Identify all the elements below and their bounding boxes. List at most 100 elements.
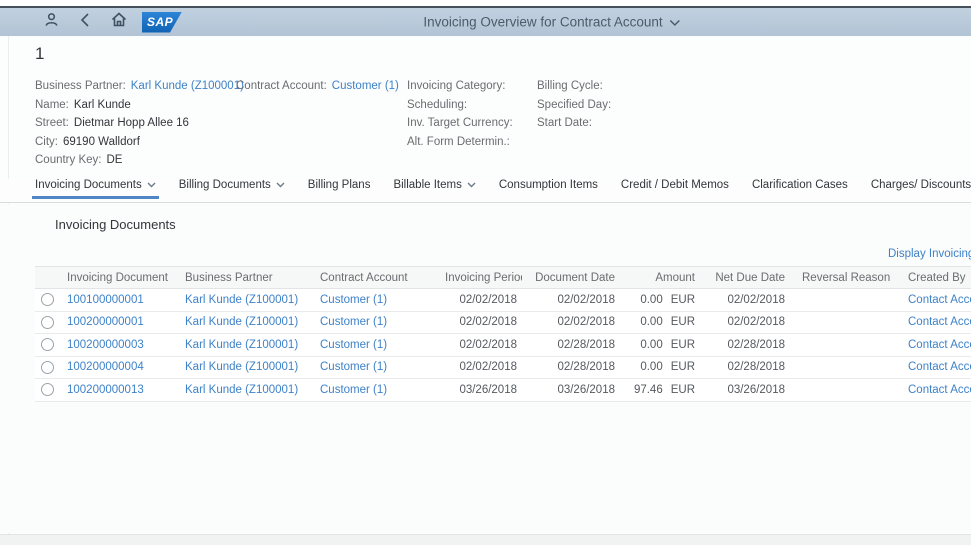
business-partner-link[interactable]: Karl Kunde (Z100001) xyxy=(185,384,298,396)
field-label: Name: xyxy=(35,99,69,111)
tab-label: Billing Documents xyxy=(179,179,271,191)
field-contract-account: Contract Account: Customer (1) xyxy=(236,77,399,96)
row-select-radio[interactable] xyxy=(41,293,54,306)
tab-billing-plans[interactable]: Billing Plans xyxy=(308,179,371,199)
tab-invoicing-documents[interactable]: Invoicing Documents xyxy=(35,179,156,199)
display-invoicing-link[interactable]: Display Invoicing xyxy=(888,248,971,260)
user-profile-button[interactable] xyxy=(42,13,60,31)
tab-label: Consumption Items xyxy=(499,179,598,191)
col-net-due-date[interactable]: Net Due Date xyxy=(700,272,790,284)
created-by-link[interactable]: Contact Account xyxy=(908,361,971,373)
tab-consumption-items[interactable]: Consumption Items xyxy=(499,179,598,199)
row-select-radio[interactable] xyxy=(41,383,54,396)
net-due-date-value: 02/02/2018 xyxy=(700,316,790,328)
field-specified-day: Specified Day: xyxy=(537,96,616,115)
invoicing-documents-table: Invoicing Document Business Partner Cont… xyxy=(35,266,971,402)
amount-number: 0.00 xyxy=(640,339,662,351)
tab-content-area: Invoicing Documents Display Invoicing In… xyxy=(0,204,971,533)
tab-billable-items[interactable]: Billable Items xyxy=(393,179,475,199)
col-reversal-reason[interactable]: Reversal Reason xyxy=(790,272,900,284)
col-business-partner[interactable]: Business Partner xyxy=(180,272,315,284)
field-value: Dietmar Hopp Allee 16 xyxy=(74,117,189,129)
field-label: Contract Account: xyxy=(236,80,327,92)
field-label: Invoicing Category: xyxy=(407,80,505,92)
field-business-partner: Business Partner:Karl Kunde (Z100001) xyxy=(35,77,244,96)
app-title-menu[interactable]: Invoicing Overview for Contract Account xyxy=(423,15,680,30)
field-invoicing-category: Invoicing Category: xyxy=(407,77,518,96)
invoicing-document-link[interactable]: 100100000001 xyxy=(67,294,144,306)
field-name: Name:Karl Kunde xyxy=(35,96,244,115)
sap-logo[interactable]: SAP xyxy=(142,12,182,33)
business-partner-link[interactable]: Karl Kunde (Z100001) xyxy=(185,339,298,351)
currency-code: EUR xyxy=(671,361,695,373)
contract-account-link[interactable]: Customer (1) xyxy=(320,384,387,396)
back-button[interactable] xyxy=(76,13,94,31)
field-label: Start Date: xyxy=(537,117,592,129)
created-by-link[interactable]: Contact Account xyxy=(908,384,971,396)
tab-label: Clarification Cases xyxy=(752,179,848,191)
field-label: Scheduling: xyxy=(407,99,467,111)
chevron-down-icon xyxy=(147,179,156,191)
currency-code: EUR xyxy=(671,384,695,396)
created-by-link[interactable]: Contact Account xyxy=(908,316,971,328)
contract-account-link[interactable]: Customer (1) xyxy=(320,316,387,328)
col-amount[interactable]: Amount xyxy=(620,272,700,284)
col-document-date[interactable]: Document Date xyxy=(522,272,620,284)
row-select-radio[interactable] xyxy=(41,316,54,329)
contract-account-link[interactable]: Customer (1) xyxy=(320,339,387,351)
tab-clarification-cases[interactable]: Clarification Cases xyxy=(752,179,848,199)
table-row: 100100000001 Karl Kunde (Z100001) Custom… xyxy=(35,289,971,312)
business-partner-link[interactable]: Karl Kunde (Z100001) xyxy=(185,361,298,373)
home-button[interactable] xyxy=(110,13,128,31)
col-invoicing-period[interactable]: Invoicing Period xyxy=(440,272,522,284)
shell-bar: SAP Invoicing Overview for Contract Acco… xyxy=(0,8,971,36)
tab-billing-documents[interactable]: Billing Documents xyxy=(179,179,285,199)
invoicing-document-link[interactable]: 100200000004 xyxy=(67,361,144,373)
row-select-radio[interactable] xyxy=(41,361,54,374)
invoicing-document-link[interactable]: 100200000013 xyxy=(67,384,144,396)
contract-account-link[interactable]: Customer (1) xyxy=(320,361,387,373)
col-contract-account[interactable]: Contract Account xyxy=(315,272,440,284)
business-partner-link[interactable]: Karl Kunde (Z100001) xyxy=(131,80,244,92)
horizontal-scrollbar[interactable] xyxy=(0,534,971,545)
amount-number: 0.00 xyxy=(640,361,662,373)
amount-value: 97.46EUR xyxy=(620,384,700,396)
tab-label: Charges/ Discounts xyxy=(871,179,971,191)
invoicing-document-link[interactable]: 100200000003 xyxy=(67,339,144,351)
field-country-key: Country Key:DE xyxy=(35,151,244,170)
person-icon xyxy=(44,12,59,32)
app-window: SAP Invoicing Overview for Contract Acco… xyxy=(0,0,971,545)
row-select-radio[interactable] xyxy=(41,338,54,351)
field-value: DE xyxy=(106,154,122,166)
tab-charges-discounts[interactable]: Charges/ Discounts xyxy=(871,179,971,199)
amount-value: 0.00 EUR xyxy=(620,361,700,373)
field-label: Alt. Form Determin.: xyxy=(407,136,510,148)
contract-account-link[interactable]: Customer (1) xyxy=(332,80,399,92)
object-id: 1 xyxy=(35,44,44,64)
created-by-link[interactable]: Contact Account xyxy=(908,294,971,306)
chevron-down-icon xyxy=(670,15,681,30)
col-invoicing-document[interactable]: Invoicing Document xyxy=(62,272,180,284)
contract-account-link[interactable]: Customer (1) xyxy=(320,294,387,306)
currency-code: EUR xyxy=(671,339,695,351)
document-date-value: 02/28/2018 xyxy=(522,339,620,351)
section-title: Invoicing Documents xyxy=(55,217,176,232)
business-partner-link[interactable]: Karl Kunde (Z100001) xyxy=(185,294,298,306)
invoicing-period-value: 03/26/2018 xyxy=(440,384,522,396)
field-label: Inv. Target Currency: xyxy=(407,117,513,129)
net-due-date-value: 02/28/2018 xyxy=(700,361,790,373)
created-by-link[interactable]: Contact Account xyxy=(908,339,971,351)
invoicing-period-value: 02/02/2018 xyxy=(440,339,522,351)
net-due-date-value: 02/28/2018 xyxy=(700,339,790,351)
field-start-date: Start Date: xyxy=(537,114,616,133)
invoicing-period-value: 02/02/2018 xyxy=(440,316,522,328)
invoicing-document-link[interactable]: 100200000001 xyxy=(67,316,144,328)
field-alt-form-determin: Alt. Form Determin.: xyxy=(407,133,518,152)
col-created-by[interactable]: Created By xyxy=(900,272,971,284)
business-partner-link[interactable]: Karl Kunde (Z100001) xyxy=(185,316,298,328)
invoicing-period-value: 02/02/2018 xyxy=(440,361,522,373)
net-due-date-value: 02/02/2018 xyxy=(700,294,790,306)
tab-credit-debit-memos[interactable]: Credit / Debit Memos xyxy=(621,179,729,199)
amount-value: 0.00 EUR xyxy=(620,339,700,351)
document-date-value: 02/28/2018 xyxy=(522,361,620,373)
